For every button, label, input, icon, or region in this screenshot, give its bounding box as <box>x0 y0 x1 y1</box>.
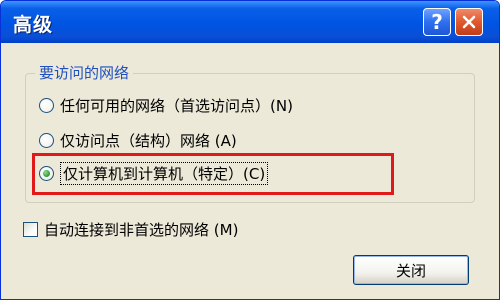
radio-label: 任何可用的网络（首选访问点）(N) <box>60 96 293 115</box>
radio-computer-to-computer[interactable]: 仅计算机到计算机（特定）(C) <box>39 161 269 185</box>
close-button[interactable]: 关闭 <box>353 255 469 285</box>
advanced-dialog: 高级 ? 要访问的网络 任何可用的网络（首选访问点）(N) 仅访问点（结构）网络… <box>0 0 500 300</box>
radio-label: 仅访问点（结构）网络 (A) <box>60 131 237 150</box>
window-title: 高级 <box>13 14 54 36</box>
radio-button-selected[interactable] <box>39 165 54 181</box>
auto-connect-label: 自动连接到非首选的网络 (M) <box>44 220 239 239</box>
radio-button[interactable] <box>39 132 54 148</box>
close-window-button[interactable] <box>455 8 483 36</box>
auto-connect-checkbox-row[interactable]: 自动连接到非首选的网络 (M) <box>23 217 238 241</box>
radio-label: 仅计算机到计算机（特定）(C) <box>60 161 269 185</box>
radio-button[interactable] <box>39 97 54 113</box>
group-legend: 要访问的网络 <box>35 62 134 83</box>
auto-connect-checkbox[interactable] <box>23 221 38 237</box>
help-icon: ? <box>431 10 443 34</box>
help-button[interactable]: ? <box>423 8 451 36</box>
close-button-label: 关闭 <box>395 261 426 280</box>
radio-access-point-only[interactable]: 仅访问点（结构）网络 (A) <box>39 128 237 152</box>
close-x-icon <box>462 15 476 29</box>
title-bar[interactable]: 高级 ? <box>1 1 499 43</box>
radio-any-network[interactable]: 任何可用的网络（首选访问点）(N) <box>39 93 293 117</box>
